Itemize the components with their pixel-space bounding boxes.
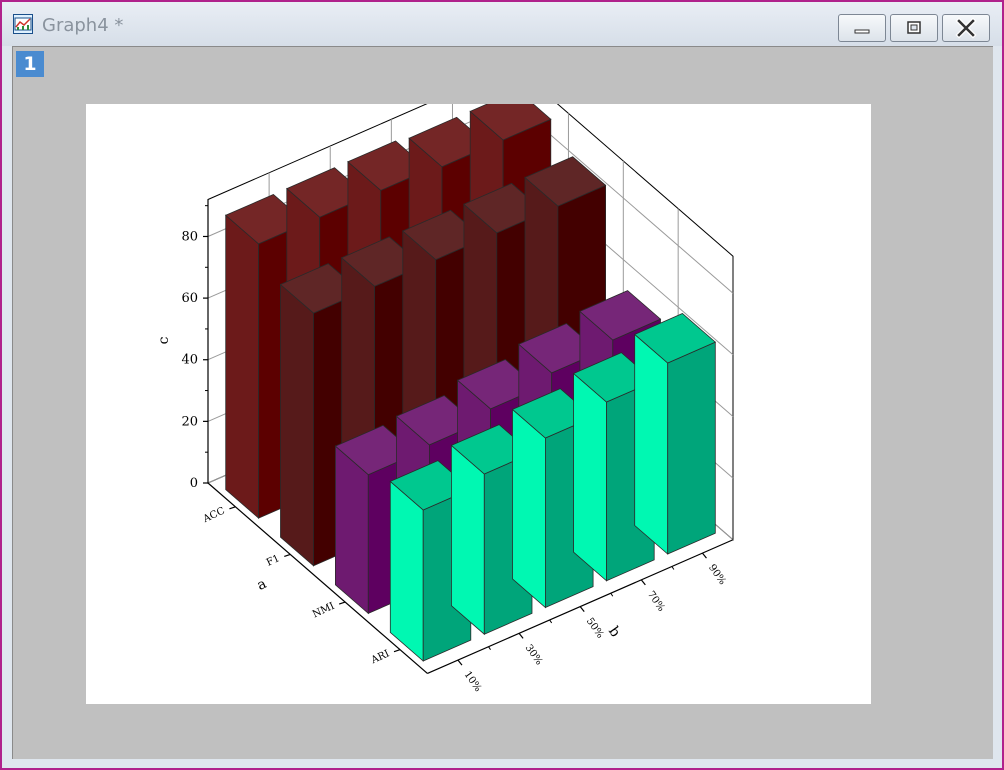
- maximize-button[interactable]: [890, 14, 938, 42]
- bar-ARI-90%[interactable]: [633, 313, 717, 555]
- graph-client-area: 1 0 20 40 60 80 c ACC F1 NMI ARI a 10% 30% 50% 70% 90% b: [12, 46, 993, 759]
- z-tick-label: 80: [181, 229, 198, 244]
- z-tick-label: 40: [181, 353, 198, 368]
- z-tick-label: 20: [181, 414, 198, 429]
- y-tick-label: ARI: [369, 648, 392, 666]
- graph-window: Graph4 * 1 0 20 40 60 80 c ACC F1 NMI AR…: [0, 0, 1004, 770]
- x-tick-label: 50%: [584, 616, 606, 641]
- layer-page-badge[interactable]: 1: [16, 51, 44, 77]
- z-tick-label: 0: [190, 476, 198, 491]
- x-tick-label: 10%: [462, 669, 484, 694]
- z-tick-label: 60: [181, 291, 198, 306]
- z-axis-label: c: [156, 336, 172, 344]
- graph-window-icon[interactable]: [13, 14, 33, 34]
- minimize-button[interactable]: [838, 14, 886, 42]
- y-tick-label: ACC: [201, 505, 227, 525]
- x-tick-label: 90%: [706, 563, 728, 588]
- x-tick-label: 70%: [645, 589, 667, 614]
- title-bar[interactable]: Graph4 *: [2, 2, 1002, 46]
- close-icon: [955, 17, 977, 39]
- maximize-icon: [907, 21, 921, 34]
- x-tick-label: 30%: [523, 643, 545, 668]
- close-button[interactable]: [942, 14, 990, 42]
- minimize-icon: [854, 29, 870, 34]
- window-title: Graph4 *: [42, 15, 124, 36]
- x-axis-label: b: [605, 624, 623, 641]
- y-tick-label: NMI: [311, 601, 336, 621]
- y-axis-label: a: [255, 576, 269, 594]
- bar3d-chart[interactable]: 0 20 40 60 80 c ACC F1 NMI ARI a 10% 30% 50% 70% 90% b: [86, 104, 871, 704]
- y-tick-label: F1: [265, 553, 282, 569]
- plot-page: 0 20 40 60 80 c ACC F1 NMI ARI a 10% 30% 50% 70% 90% b: [86, 104, 871, 704]
